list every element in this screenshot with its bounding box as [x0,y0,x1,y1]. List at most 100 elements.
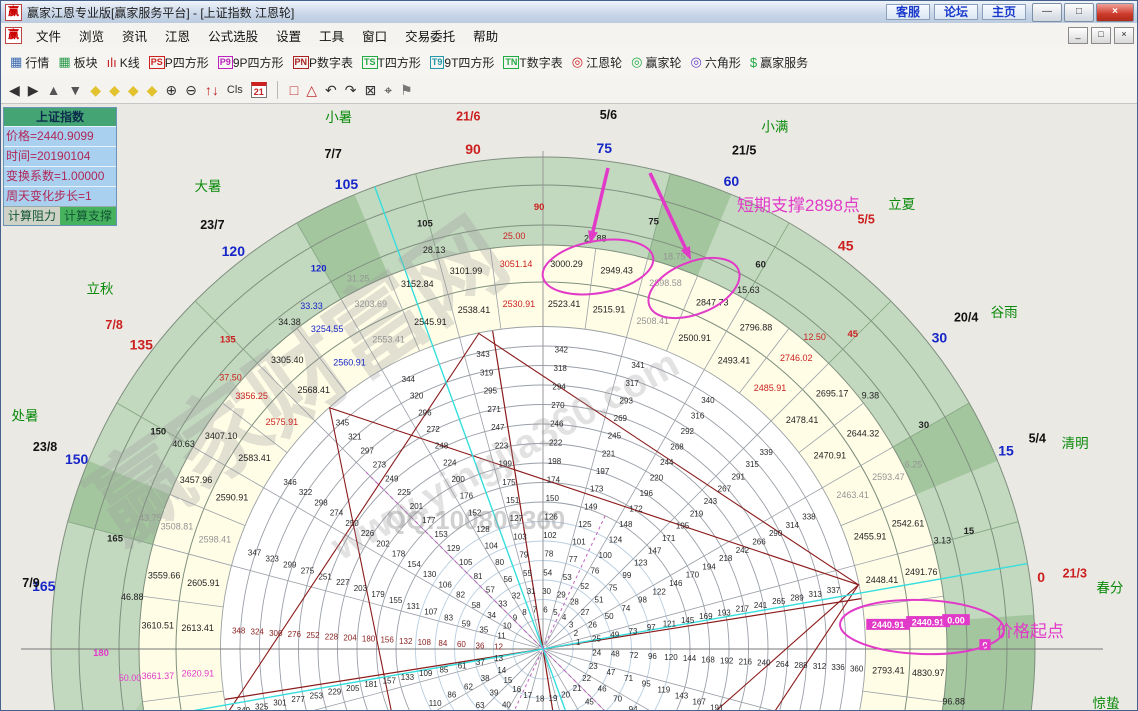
menu-item-江恩[interactable]: 江恩 [156,23,199,48]
titlebar-button-主页[interactable]: 主页 [982,4,1026,20]
menu-item-窗口[interactable]: 窗口 [353,23,396,48]
toolbar-button-sectors[interactable]: ▦板块 [58,54,97,71]
titlebar-button-论坛[interactable]: 论坛 [934,4,978,20]
close-button[interactable]: × [1096,3,1134,22]
svg-text:3457.96: 3457.96 [180,475,213,485]
drawtool-triangle-down[interactable]: ▼ [68,80,82,100]
toolbar-label-p-table: P数字表 [309,54,353,71]
toolbar-button-gann-wheel[interactable]: ◎江恩轮 [572,54,622,71]
drawtool-cls[interactable]: Cls [227,80,243,100]
drawtool-diamond-right[interactable]: ◆ [109,80,120,100]
menu-item-设置[interactable]: 设置 [267,23,310,48]
drawtool-zoom-out[interactable]: ⊖ [185,80,197,100]
menu-item-浏览[interactable]: 浏览 [70,23,113,48]
drawtool-center-target[interactable]: ⌖ [384,80,392,100]
svg-text:172: 172 [629,505,643,514]
panel-row-1: 时间=20190104 [4,146,116,166]
drawtool-diamond-left[interactable]: ◆ [90,80,101,100]
svg-text:344: 344 [402,375,416,384]
titlebar-button-客服[interactable]: 客服 [886,4,930,20]
app-window: 赢 赢家江恩专业版[赢家服务平台] - [上证指数 江恩轮] 客服论坛主页 —□… [0,0,1138,711]
toolbar-label-winner-service: 赢家服务 [760,54,808,71]
toolbar-button-winner-service[interactable]: $赢家服务 [750,54,808,71]
svg-text:268: 268 [670,443,684,452]
svg-text:3254.55: 3254.55 [311,324,344,334]
svg-text:29: 29 [557,590,566,599]
maximize-button[interactable]: □ [1064,3,1094,22]
svg-text:15: 15 [998,443,1014,459]
menu-bar: 赢 文件浏览资讯江恩公式选股设置工具窗口交易委托帮助 _□× [1,23,1137,48]
toolbar-button-9t-square[interactable]: T99T四方形 [430,54,495,71]
svg-text:21/6: 21/6 [456,109,480,123]
toolbar-label-kline: K线 [120,54,140,71]
svg-text:53: 53 [563,573,572,582]
svg-text:大暑: 大暑 [194,179,221,194]
minimize-button[interactable]: — [1032,3,1062,22]
toolbar-button-p-square[interactable]: PSP四方形 [149,54,209,71]
svg-text:32: 32 [512,591,521,600]
svg-text:313: 313 [809,590,823,599]
drawtool-triangle[interactable]: △ [306,80,317,100]
drawtool-zoom-in[interactable]: ⊕ [165,80,177,100]
menu-item-帮助[interactable]: 帮助 [464,23,507,48]
svg-text:265: 265 [772,597,786,606]
svg-text:45: 45 [838,237,854,253]
svg-text:130: 130 [423,570,437,579]
toolbar-button-winner-wheel[interactable]: ◎赢家轮 [631,54,681,71]
toolbar-button-p-table[interactable]: PNP数字表 [293,54,354,71]
svg-text:168: 168 [701,655,715,664]
drawtool-pin[interactable]: ⚑ [400,80,413,100]
svg-text:315: 315 [746,460,760,469]
toolbar-button-quotes[interactable]: ▦行情 [10,54,49,71]
toolbar-button-t-square[interactable]: TST四方形 [362,54,421,71]
svg-text:3051.14: 3051.14 [500,259,533,269]
svg-text:229: 229 [328,688,342,697]
toolbar-button-kline[interactable]: ılıK线 [107,54,140,71]
svg-text:178: 178 [392,550,406,559]
mdi-restore-button[interactable]: □ [1091,27,1111,44]
svg-text:5/5: 5/5 [857,212,874,226]
drawtool-diamond-up[interactable]: ◆ [128,80,139,100]
toolbar-separator [277,81,278,99]
drawtool-updown[interactable]: ↑↓ [205,80,219,100]
menu-item-资讯[interactable]: 资讯 [113,23,156,48]
svg-text:198: 198 [548,457,562,466]
toolbar-label-quotes: 行情 [25,54,49,71]
menu-item-公式选股[interactable]: 公式选股 [199,23,267,48]
svg-text:34: 34 [487,611,496,620]
toolbar-button-9p-square[interactable]: P99P四方形 [218,54,284,71]
menu-item-工具[interactable]: 工具 [310,23,353,48]
svg-text:46.88: 46.88 [121,592,144,602]
calc-support-button[interactable]: 计算支撑 [60,206,116,225]
svg-text:227: 227 [336,578,350,587]
svg-text:2695.17: 2695.17 [816,388,849,398]
menu-item-文件[interactable]: 文件 [27,23,70,48]
drawtool-calendar[interactable]: 21 [251,82,267,98]
svg-text:343: 343 [476,350,490,359]
drawtool-step-forward[interactable]: ▶ [28,80,39,100]
drawtool-triangle-up[interactable]: ▲ [47,80,61,100]
svg-text:处暑: 处暑 [12,408,39,423]
svg-text:12.50: 12.50 [803,332,826,342]
svg-text:70: 70 [613,695,622,704]
toolbar-button-hexagon[interactable]: ◎六角形 [690,54,740,71]
svg-text:133: 133 [401,673,415,682]
svg-text:110: 110 [429,699,442,708]
drawtool-step-back[interactable]: ◀ [9,80,20,100]
svg-text:0: 0 [1037,569,1045,585]
mdi-close-button[interactable]: × [1114,27,1134,44]
drawtool-rotate-ccw[interactable]: ↶ [325,80,337,100]
svg-text:167: 167 [692,697,706,706]
svg-text:2605.91: 2605.91 [187,578,220,588]
calc-resistance-button[interactable]: 计算阻力 [4,206,60,225]
svg-text:2491.76: 2491.76 [905,567,938,577]
svg-text:270: 270 [551,401,565,410]
drawtool-square[interactable]: □ [290,80,298,100]
drawtool-boxed-x[interactable]: ⊠ [365,80,377,100]
drawtool-rotate-cw[interactable]: ↷ [345,80,357,100]
drawtool-diamond-down[interactable]: ◆ [147,80,158,100]
toolbar-button-t-table[interactable]: TNT数字表 [503,54,562,71]
mdi-minimize-button[interactable]: _ [1068,27,1088,44]
gann-wheel-chart[interactable]: 赢家财富网www.yingjia360.comQQ:10080036012345… [1,103,1138,711]
menu-item-交易委托[interactable]: 交易委托 [396,23,464,48]
